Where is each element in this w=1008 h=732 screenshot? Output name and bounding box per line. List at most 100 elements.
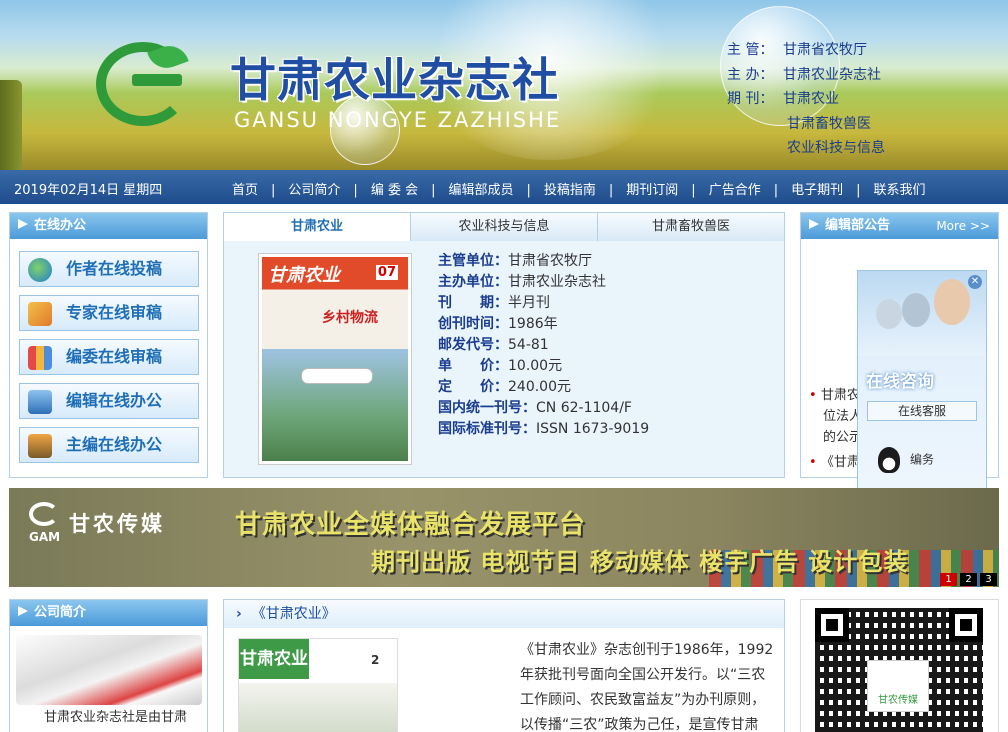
meta-row: 主办单位：甘肃农业杂志社 (438, 274, 606, 290)
magazine-description: 《甘肃农业》杂志创刊于1986年，1992年获批刊号面向全国公开发行。以“三农工… (520, 642, 774, 732)
online-service-button[interactable]: 在线客服 (867, 401, 977, 421)
server-icon (28, 434, 52, 458)
bullet-icon: • (809, 455, 821, 470)
support-staff-photo (858, 271, 986, 356)
header-info: 主 管： 甘肃省农牧厅 主 办： 甘肃农业杂志社 期 刊： 甘肃农业 甘肃畜牧兽医 农… (727, 38, 885, 161)
gam-logo: GAM (29, 502, 60, 544)
arrow-icon (18, 606, 28, 616)
tab-agri-tech-info[interactable]: 农业科技与信息 (411, 213, 598, 241)
qq-contact[interactable]: 编务 (878, 447, 934, 473)
meta-row: 国内统一刊号：CN 62-1104/F (438, 400, 632, 416)
notice-item-cont: 位法人 (823, 409, 863, 424)
banner-page-1[interactable]: 1 (940, 573, 957, 586)
arrow-icon (809, 219, 819, 229)
tab-gansu-agriculture[interactable]: 甘肃农业 (224, 213, 411, 241)
panel-header: 公司简介 (10, 600, 207, 626)
tab-animal-husbandry[interactable]: 甘肃畜牧兽医 (598, 213, 784, 241)
journal-cover[interactable]: 甘肃农业 07 乡村物流 (258, 253, 412, 465)
banner-page-3[interactable]: 3 (980, 573, 997, 586)
gam-logo-text: GAM (29, 530, 61, 544)
nav-separator: | (353, 183, 358, 198)
journal-info-panel: 甘肃农业 农业科技与信息 甘肃畜牧兽医 甘肃农业 07 乡村物流 主管单位：甘肃… (223, 212, 785, 478)
cover2-title: 甘肃农业 (239, 639, 309, 679)
nav-subscribe[interactable]: 期刊订阅 (626, 179, 678, 198)
nav-e-journal[interactable]: 电子期刊 (791, 179, 843, 198)
meta-row: 国际标准刊号：ISSN 1673-9019 (438, 421, 650, 437)
staff-silhouette (902, 293, 930, 327)
logo-g-bar (132, 74, 182, 86)
meta-row: 刊 期：半月刊 (438, 295, 550, 311)
chief-editor-office-button[interactable]: 主编在线办公 (19, 427, 199, 463)
nav-board[interactable]: 编 委 会 (371, 179, 418, 198)
qq-penguin-icon (878, 447, 900, 473)
more-link[interactable]: More >> (936, 219, 990, 233)
meta-row: 邮发代号：54-81 (438, 337, 549, 353)
nav-submission-guide[interactable]: 投稿指南 (544, 179, 596, 198)
panel-title: 在线办公 (34, 218, 87, 233)
banner-headline: 甘肃农业全媒体融合发展平台 (235, 510, 587, 540)
close-icon[interactable]: ✕ (968, 275, 982, 289)
magazine-intro-panel: › 《甘肃农业》 甘肃农业 2 《甘肃农业》杂志创刊于1986年，1992年获批刊… (223, 599, 785, 732)
qr-finder (949, 608, 983, 642)
banner-page-2[interactable]: 2 (960, 573, 977, 586)
cover-image: 甘肃农业 07 乡村物流 (262, 257, 408, 461)
notice-item-cont: 的公示 (823, 430, 863, 445)
nav-company[interactable]: 公司简介 (288, 179, 340, 198)
online-consult-widget: ✕ 在线咨询 在线客服 编务 (857, 270, 987, 492)
staff-silhouette (876, 299, 902, 329)
nav-separator: | (691, 183, 696, 198)
info-row-journal-3: 农业科技与信息 (787, 140, 885, 156)
info-row-sponsor: 主 办： 甘肃农业杂志社 (727, 66, 881, 83)
nav-items: 首页 | 公司简介 | 编 委 会 | 编辑部成员 | 投稿指南 | 期刊订阅 | 广告合作 | 电子期刊 |… (232, 179, 926, 198)
board-review-button[interactable]: 编委在线审稿 (19, 339, 199, 375)
notice-item[interactable]: • 甘肃农 (809, 385, 862, 406)
notice-item[interactable]: • 《甘肃 (809, 452, 862, 473)
main-nav: 2019年02月14日 星期四 首页 | 公司简介 | 编 委 会 | 编辑部成员 | 投稿指南… (0, 170, 1008, 204)
meta-row: 创刊时间：1986年 (438, 316, 558, 332)
expert-review-button[interactable]: 专家在线审稿 (19, 295, 199, 331)
nav-separator: | (271, 183, 276, 198)
info-row-journal-2: 甘肃畜牧兽医 (787, 115, 871, 132)
fence-post (0, 80, 22, 170)
current-date: 2019年02月14日 星期四 (14, 183, 163, 198)
qr-finder (815, 608, 849, 642)
panel-title: 公司简介 (34, 605, 87, 620)
cover-title: 甘肃农业 (268, 265, 340, 286)
company-intro-text: 甘肃农业杂志社是由甘肃 (44, 710, 188, 725)
gam-logo-icon (29, 502, 59, 526)
banner-subline: 期刊出版 电视节目 移动媒体 楼宇广告 设计包装 (371, 548, 909, 576)
nav-editors[interactable]: 编辑部成员 (448, 179, 513, 198)
panel-header: 在线办公 (10, 213, 207, 239)
media-banner[interactable]: GAM 甘农传媒 甘肃农业全媒体融合发展平台 期刊出版 电视节目 移动媒体 楼宇… (9, 488, 999, 587)
computer-icon (28, 390, 52, 414)
nav-separator: | (431, 183, 436, 198)
meta-row: 单 价：10.00元 (438, 358, 563, 374)
magazine-stack-image (16, 635, 202, 705)
magazine-cover[interactable]: 甘肃农业 2 (238, 638, 398, 732)
cover-headline: 乡村物流 (322, 310, 378, 326)
nav-home[interactable]: 首页 (232, 179, 258, 198)
drone-graphic (302, 369, 372, 383)
editor-office-button[interactable]: 编辑在线办公 (19, 383, 199, 419)
globe-icon (28, 258, 52, 282)
nav-contact[interactable]: 联系我们 (874, 179, 926, 198)
staff-silhouette (934, 279, 970, 325)
nav-separator: | (856, 183, 861, 198)
books-icon (28, 346, 52, 370)
magazine-header: › 《甘肃农业》 (224, 600, 784, 628)
info-row-supervisor: 主 管： 甘肃省农牧厅 (727, 42, 867, 58)
banner-pager: 1 2 3 (937, 573, 997, 586)
cover2-issue: 2 (371, 653, 380, 667)
magazine-title[interactable]: 《甘肃农业》 (252, 606, 336, 622)
nav-advertising[interactable]: 广告合作 (709, 179, 761, 198)
author-submit-button[interactable]: 作者在线投稿 (19, 251, 199, 287)
banner-brand: 甘农传媒 (69, 512, 165, 536)
meta-row: 定 价：240.00元 (438, 379, 571, 395)
journal-meta: 主管单位：甘肃省农牧厅 主办单位：甘肃农业杂志社 刊 期：半月刊 创刊时间：19… (438, 251, 649, 440)
online-office-panel: 在线办公 作者在线投稿 专家在线审稿 编委在线审稿 编辑在线办公 主编在线办公 (9, 212, 208, 478)
bullet-icon: • (809, 388, 821, 403)
meta-row: 主管单位：甘肃省农牧厅 (438, 253, 592, 269)
nav-separator: | (773, 183, 779, 198)
panel-title: 编辑部公告 (825, 218, 891, 233)
expert-icon (28, 302, 52, 326)
